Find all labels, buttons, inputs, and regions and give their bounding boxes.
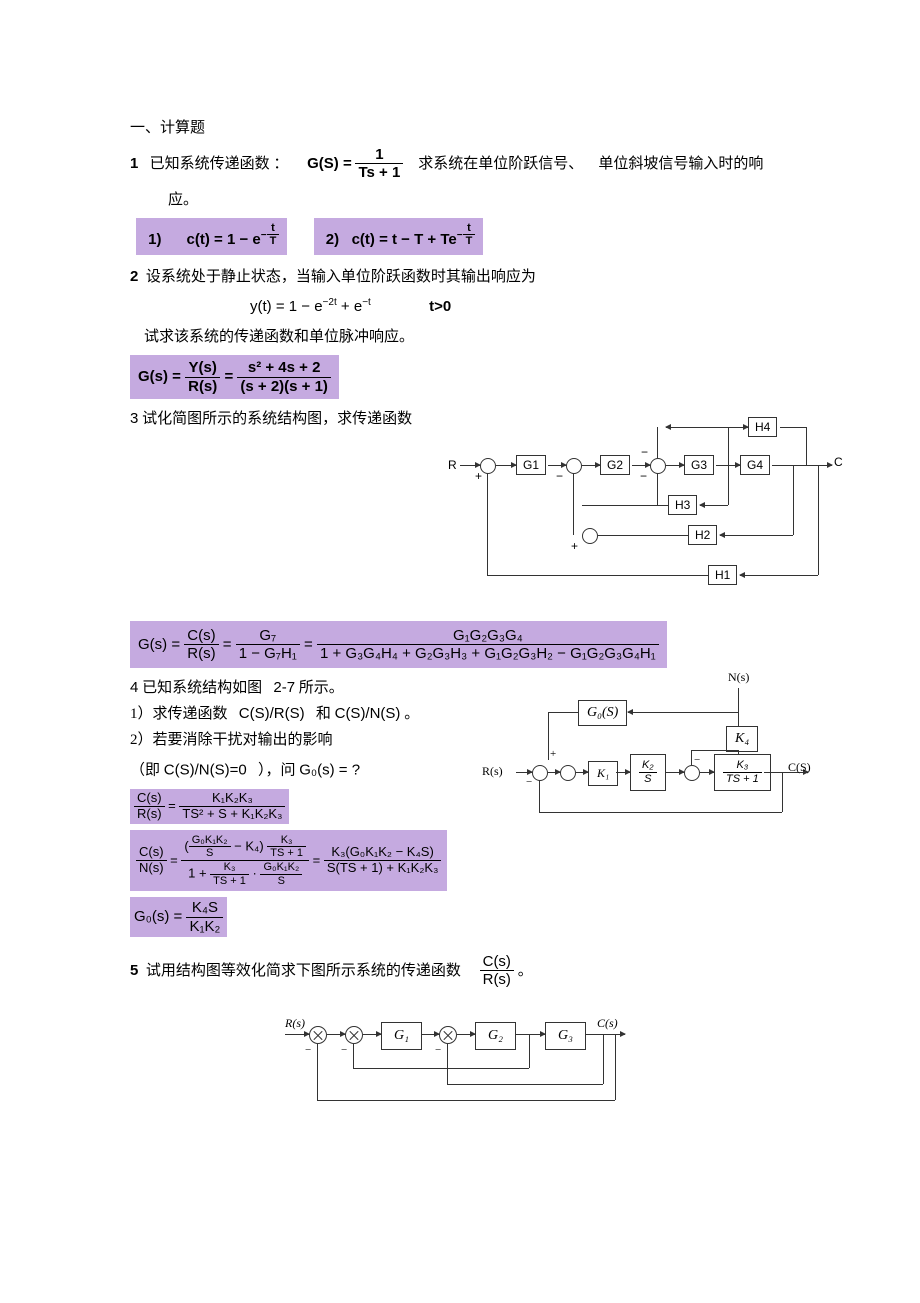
q2-line1: 2 设系统处于静止状态，当输入单位阶跃函数时其输出响应为 xyxy=(130,265,790,289)
q4-ans3: G₀(s) = K₄SK₁K₂ xyxy=(130,897,470,937)
q3-answer: G(s) = C(s)R(s) = G₇1 − G₇H₁ = G₁G₂G₃G₄1… xyxy=(130,621,790,669)
q3-row: 3 试化简图所示的系统结构图，求传递函数 R G1 − G2 − − G3 G4… xyxy=(130,405,790,615)
q1-tf: 1 Ts + 1 xyxy=(355,146,403,182)
q1-line1: 1 已知系统传递函数 ： G(S) = 1 Ts + 1 求系统在单位阶跃信号、… xyxy=(130,146,790,182)
q4-ans1: C(s)R(s) = K₁K₂K₃TS² + S + K₁K₂K₃ xyxy=(130,789,470,824)
q4-line3: 2）若要消除干扰对输出的影响 xyxy=(130,728,470,752)
q2-number: 2 xyxy=(130,268,138,285)
section-title: 一、计算题 xyxy=(130,116,790,140)
page: 一、计算题 1 已知系统传递函数 ： G(S) = 1 Ts + 1 求系统在单… xyxy=(0,0,920,1303)
q1-text-before: 已知系统传递函数 ： xyxy=(150,156,289,172)
q1-text-after-2: 单位斜坡信号输入时的响 xyxy=(598,156,763,172)
q4-line1: 4 已知系统结构如图 2-7 所示。 xyxy=(130,676,470,700)
q5-block-diagram: R(s) − G₁ − G₂ G₃ C(s) − xyxy=(285,1002,635,1122)
q5-line: 5 试用结构图等效化简求下图所示系统的传递函数 C(s)R(s) 。 xyxy=(130,953,790,989)
q2-response: y(t) = 1 − e−2t + e−t t>0 xyxy=(250,295,790,319)
q4-line4: （即 C(S)/N(S)=0 ），问 G₀(s) = ? xyxy=(130,758,470,783)
q2-answer: G(s) = Y(s)R(s) = s² + 4s + 2(s + 2)(s +… xyxy=(130,355,790,399)
q3-text: 3 试化简图所示的系统结构图，求传递函数 xyxy=(130,407,430,431)
q1-line2: 应。 xyxy=(168,188,790,212)
q1-answers: 1) c(t) = 1 − e−tT 2) c(t) = t − T + Te−… xyxy=(136,218,790,256)
q2-line3: 试求该系统的传递函数和单位脉冲响应。 xyxy=(144,325,790,349)
q4-block-diagram: N(s) G₀(S) K₄ R(s) + K₁ K₂S − xyxy=(488,674,790,844)
q1-number: 1 xyxy=(130,155,138,172)
q1-text-after-1: 求系统在单位阶跃信号、 xyxy=(418,156,583,172)
q1-ans2: 2) c(t) = t − T + Te−tT xyxy=(314,218,484,256)
q4-row: 4 已知系统结构如图 2-7 所示。 1）求传递函数 C(S)/R(S) 和 C… xyxy=(130,674,790,943)
q1-ans1: 1) c(t) = 1 − e−tT xyxy=(136,218,287,256)
q4-ans2: C(s)N(s) = (G₀K₁K₂S − K₄) K₃TS + 1 1 + K… xyxy=(130,830,470,892)
q4-line2: 1）求传递函数 C(S)/R(S) 和 C(S)/N(S) 。 xyxy=(130,702,470,726)
q1-tf-lhs: G(S) = xyxy=(307,155,352,172)
q3-block-diagram: R G1 − G2 − − G3 G4 C H4 xyxy=(448,405,790,615)
